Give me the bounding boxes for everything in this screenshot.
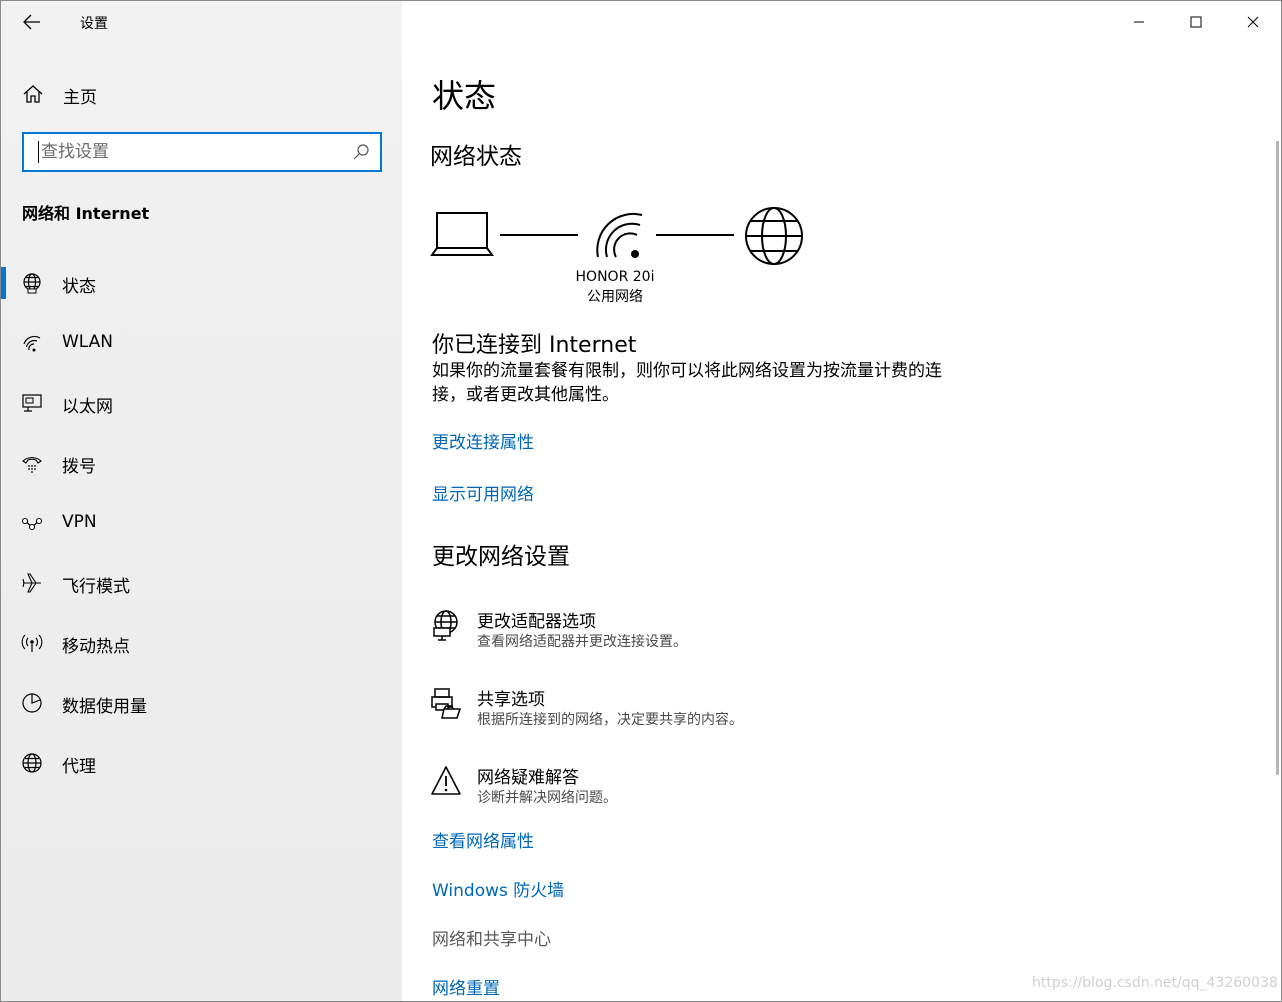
connected-description: 如果你的流量套餐有限制，则你可以将此网络设置为按流量计费的连接，或者更改其他属性…: [432, 361, 942, 405]
home-label: 主页: [63, 88, 97, 108]
dialup-icon: [22, 457, 42, 473]
option-troubleshoot[interactable]: 网络疑难解答 诊断并解决网络问题。: [430, 763, 930, 819]
close-icon: [1247, 16, 1258, 28]
option-description: 查看网络适配器并更改连接设置。: [477, 634, 687, 650]
sidebar-item-status[interactable]: 状态: [1, 253, 402, 313]
sidebar-item-dialup[interactable]: 拨号: [1, 433, 402, 493]
sidebar-item-label: 数据使用量: [62, 697, 147, 717]
network-name: HONOR 20i: [575, 269, 655, 285]
sidebar-item-airplane[interactable]: 飞行模式: [1, 553, 402, 613]
sidebar-item-data-usage[interactable]: 数据使用量: [1, 673, 402, 733]
sidebar-item-label: 移动热点: [62, 637, 130, 657]
ethernet-icon: [22, 394, 42, 412]
airplane-icon: [22, 573, 41, 593]
section-label: 网络和 Internet: [22, 204, 150, 223]
option-adapter[interactable]: 更改适配器选项 查看网络适配器并更改连接设置。: [430, 607, 930, 663]
view-network-properties-link[interactable]: 查看网络属性: [432, 827, 534, 852]
network-sharing-center-link[interactable]: 网络和共享中心: [432, 925, 551, 950]
network-reset-link[interactable]: 网络重置: [432, 974, 500, 999]
sidebar-item-label: WLAN: [62, 332, 114, 352]
option-description: 诊断并解决网络问题。: [477, 790, 617, 806]
search-icon[interactable]: [352, 143, 370, 161]
search-input[interactable]: [38, 141, 338, 163]
watermark: https://blog.csdn.net/qq_43260038: [1032, 975, 1278, 991]
sidebar-item-proxy[interactable]: 代理: [1, 733, 402, 793]
sidebar-item-hotspot[interactable]: 移动热点: [1, 613, 402, 673]
option-title: 共享选项: [477, 690, 545, 710]
wifi-icon: [23, 335, 41, 352]
laptop-icon: [430, 212, 494, 256]
maximize-button[interactable]: [1167, 1, 1224, 43]
vpn-icon: [21, 517, 43, 531]
sidebar-item-label: 以太网: [62, 397, 113, 417]
network-status-title: 网络状态: [430, 144, 522, 170]
sidebar-item-ethernet[interactable]: 以太网: [1, 373, 402, 433]
search-box: [22, 132, 382, 172]
sharing-icon: [431, 688, 462, 719]
network-type: 公用网络: [587, 289, 643, 305]
home-icon: [23, 85, 43, 103]
active-indicator: [1, 267, 6, 299]
option-title: 网络疑难解答: [477, 768, 579, 788]
minimize-button[interactable]: [1110, 1, 1167, 43]
sidebar-item-home[interactable]: 主页: [1, 73, 402, 113]
adapter-icon: [433, 610, 458, 641]
main-content: 状态 网络状态 HONOR 20i 公用网络 你已连接到 Internet 如果…: [402, 1, 1281, 1001]
sidebar-item-label: 飞行模式: [62, 577, 130, 597]
sidebar-item-label: VPN: [62, 512, 97, 532]
warning-icon: [431, 766, 461, 795]
globe-status-icon: [23, 273, 41, 294]
minimize-icon: [1133, 21, 1144, 23]
data-usage-icon: [22, 693, 42, 713]
internet-globe-icon: [745, 207, 803, 265]
sidebar-nav: 状态 WLAN 以太网 拨号 VPN 飞行模式 移动热点 数据使用量 代理: [1, 253, 402, 793]
sidebar: 设置 主页 网络和 Internet: [1, 1, 402, 1001]
maximize-icon: [1190, 16, 1201, 28]
change-connection-properties-link[interactable]: 更改连接属性: [432, 428, 534, 453]
back-button[interactable]: [13, 5, 51, 39]
hotspot-icon: [21, 634, 43, 652]
scrollbar[interactable]: [1276, 141, 1279, 775]
network-info: HONOR 20i 公用网络: [560, 267, 670, 307]
connected-title: 你已连接到 Internet: [432, 333, 637, 358]
settings-window: 设置 主页 网络和 Internet: [0, 0, 1282, 1002]
change-network-settings-title: 更改网络设置: [432, 544, 570, 570]
sidebar-item-label: 代理: [62, 757, 96, 777]
close-button[interactable]: [1224, 1, 1281, 43]
option-description: 根据所连接到的网络，决定要共享的内容。: [477, 712, 743, 728]
back-arrow-icon: [23, 14, 40, 30]
sidebar-item-label: 状态: [62, 277, 96, 297]
sidebar-item-label: 拨号: [62, 457, 96, 477]
page-title: 状态: [432, 77, 497, 115]
sidebar-item-vpn[interactable]: VPN: [1, 493, 402, 553]
app-title: 设置: [80, 16, 108, 32]
proxy-globe-icon: [22, 753, 42, 773]
show-available-networks-link[interactable]: 显示可用网络: [432, 480, 534, 505]
wifi-signal-icon: [596, 212, 643, 258]
sidebar-item-wlan[interactable]: WLAN: [1, 313, 402, 373]
windows-firewall-link[interactable]: Windows 防火墙: [432, 876, 564, 901]
title-bar: 设置: [1, 1, 402, 43]
option-title: 更改适配器选项: [477, 612, 596, 632]
option-sharing[interactable]: 共享选项 根据所连接到的网络，决定要共享的内容。: [430, 685, 930, 741]
